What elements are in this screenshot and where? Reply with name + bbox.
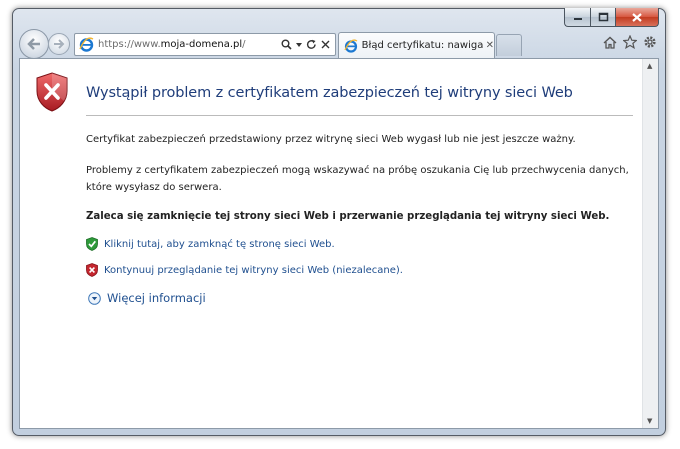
scroll-up-arrow-icon[interactable]: ▲ [647, 62, 652, 70]
address-url[interactable]: https://www.moja-domena.pl/ [98, 39, 246, 50]
refresh-icon[interactable] [306, 39, 317, 50]
forward-arrow-icon [54, 39, 65, 49]
close-icon [632, 12, 642, 22]
certificate-message: Certyfikat zabezpieczeń przedstawiony pr… [86, 134, 576, 145]
ie-tab-icon [344, 38, 358, 53]
browser-toolbar-icons [603, 35, 657, 49]
risk-message-line1: Problemy z certyfikatem zabezpieczeń mog… [86, 165, 629, 176]
maximize-button[interactable] [590, 8, 615, 27]
forward-button[interactable] [48, 33, 70, 55]
address-bar[interactable]: https://www.moja-domena.pl/ [74, 33, 336, 56]
close-window-button[interactable] [615, 8, 659, 27]
tab-close-button[interactable]: ✕ [486, 40, 494, 51]
page-title: Wystąpił problem z certyfikatem zabezpie… [86, 85, 573, 101]
close-page-link-text[interactable]: Kliknij tutaj, aby zamknąć tę stronę sie… [104, 239, 335, 250]
close-page-link[interactable]: Kliknij tutaj, aby zamknąć tę stronę sie… [86, 237, 335, 251]
ie-page-icon [79, 37, 94, 52]
minimize-button[interactable] [564, 8, 590, 27]
window-caption-buttons [564, 8, 659, 27]
scroll-down-arrow-icon[interactable]: ▼ [647, 417, 652, 425]
more-info-toggle[interactable]: Więcej informacji [88, 291, 206, 305]
new-tab-button[interactable] [496, 34, 522, 56]
continue-link[interactable]: Kontynuuj przeglądanie tej witryny sieci… [86, 263, 403, 277]
title-divider [86, 115, 633, 116]
gear-icon[interactable] [643, 35, 657, 49]
url-domain: moja-domena.pl [160, 39, 243, 50]
back-button[interactable] [19, 29, 49, 59]
chevron-down-circle-icon [88, 291, 101, 305]
home-icon[interactable] [603, 36, 617, 49]
address-tools [281, 39, 335, 50]
maximize-icon [598, 12, 608, 22]
risk-message-line2: które wysyłasz do serwera. [86, 182, 222, 193]
green-shield-icon [86, 237, 98, 251]
stop-icon[interactable] [321, 40, 330, 49]
favorites-star-icon[interactable] [623, 35, 637, 49]
recommendation-text: Zaleca się zamknięcie tej strony sieci W… [86, 211, 610, 222]
vertical-scrollbar[interactable]: ▲ ▼ [642, 59, 658, 428]
page-content: Wystąpił problem z certyfikatem zabezpie… [19, 58, 659, 429]
risk-message: Problemy z certyfikatem zabezpieczeń mog… [86, 162, 629, 196]
error-shield-icon [36, 72, 68, 112]
dropdown-icon[interactable] [296, 42, 302, 47]
more-info-text[interactable]: Więcej informacji [107, 291, 206, 305]
tab-certificate-error[interactable]: Błąd certyfikatu: nawigacja ... ✕ [338, 32, 495, 58]
tab-title: Błąd certyfikatu: nawigacja ... [361, 40, 483, 51]
browser-window: https://www.moja-domena.pl/ Błąd certyfi… [12, 8, 666, 436]
red-shield-icon [86, 263, 98, 277]
url-prefix: https://www. [98, 39, 161, 50]
search-icon[interactable] [281, 39, 292, 50]
continue-link-text[interactable]: Kontynuuj przeglądanie tej witryny sieci… [104, 265, 403, 276]
url-suffix: / [242, 39, 246, 50]
minimize-icon [573, 18, 582, 20]
back-arrow-icon [27, 38, 40, 50]
